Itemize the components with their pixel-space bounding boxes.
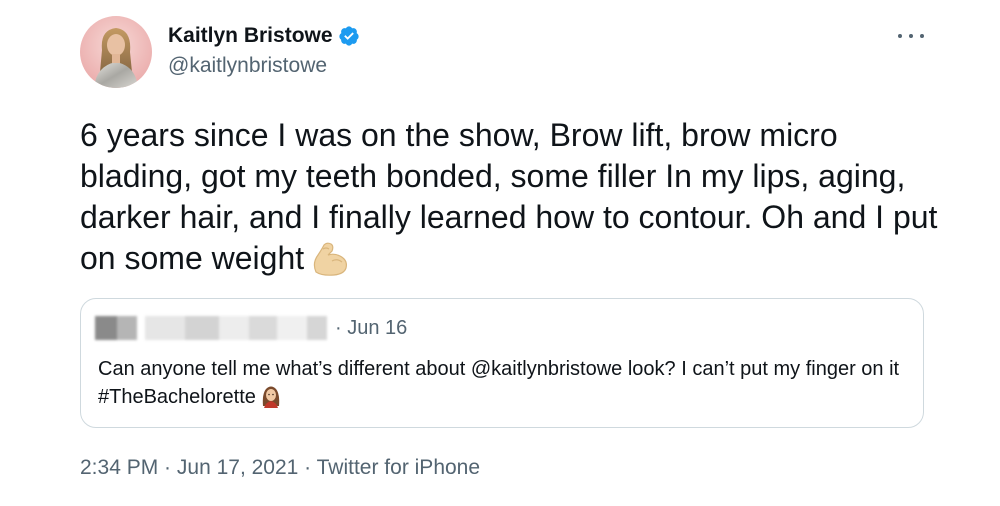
blurred-author-avatar [95, 316, 137, 340]
quoted-tweet-header: · Jun 16 [95, 315, 407, 341]
quoted-tweet[interactable]: · Jun 16 Can anyone tell me what’s diffe… [80, 298, 924, 428]
tweet-body: 6 years since I was on the show, Brow li… [80, 115, 940, 279]
tweet-date[interactable]: Jun 17, 2021 [177, 456, 298, 479]
quoted-tweet-body: Can anyone tell me what’s different abou… [98, 355, 908, 411]
flexed-biceps-icon [310, 241, 350, 277]
tweet-time[interactable]: 2:34 PM [80, 456, 158, 479]
tweet-text: 6 years since I was on the show, Brow li… [80, 117, 938, 276]
avatar[interactable] [80, 16, 152, 88]
quoted-tweet-date: · Jun 16 [335, 316, 408, 339]
name-row: Kaitlyn Bristowe [168, 22, 360, 50]
verified-badge-icon [338, 25, 360, 47]
tweet-source[interactable]: Twitter for iPhone [317, 456, 480, 479]
tweet-meta: 2:34 PM · Jun 17, 2021 · Twitter for iPh… [80, 456, 480, 480]
avatar-image [80, 16, 152, 88]
tweet-card: Kaitlyn Bristowe @kaitlynbristowe 6 year… [0, 0, 1000, 506]
blurred-author-name [145, 316, 327, 340]
display-name[interactable]: Kaitlyn Bristowe [168, 24, 333, 48]
quoted-tweet-text: Can anyone tell me what’s different abou… [98, 358, 900, 408]
more-options-icon[interactable] [898, 26, 924, 46]
meta-separator-2: · [298, 456, 317, 479]
author-info: Kaitlyn Bristowe @kaitlynbristowe [168, 22, 360, 78]
meta-separator-1: · [158, 456, 177, 479]
woman-emoji-icon [260, 384, 282, 408]
user-handle[interactable]: @kaitlynbristowe [168, 54, 360, 78]
